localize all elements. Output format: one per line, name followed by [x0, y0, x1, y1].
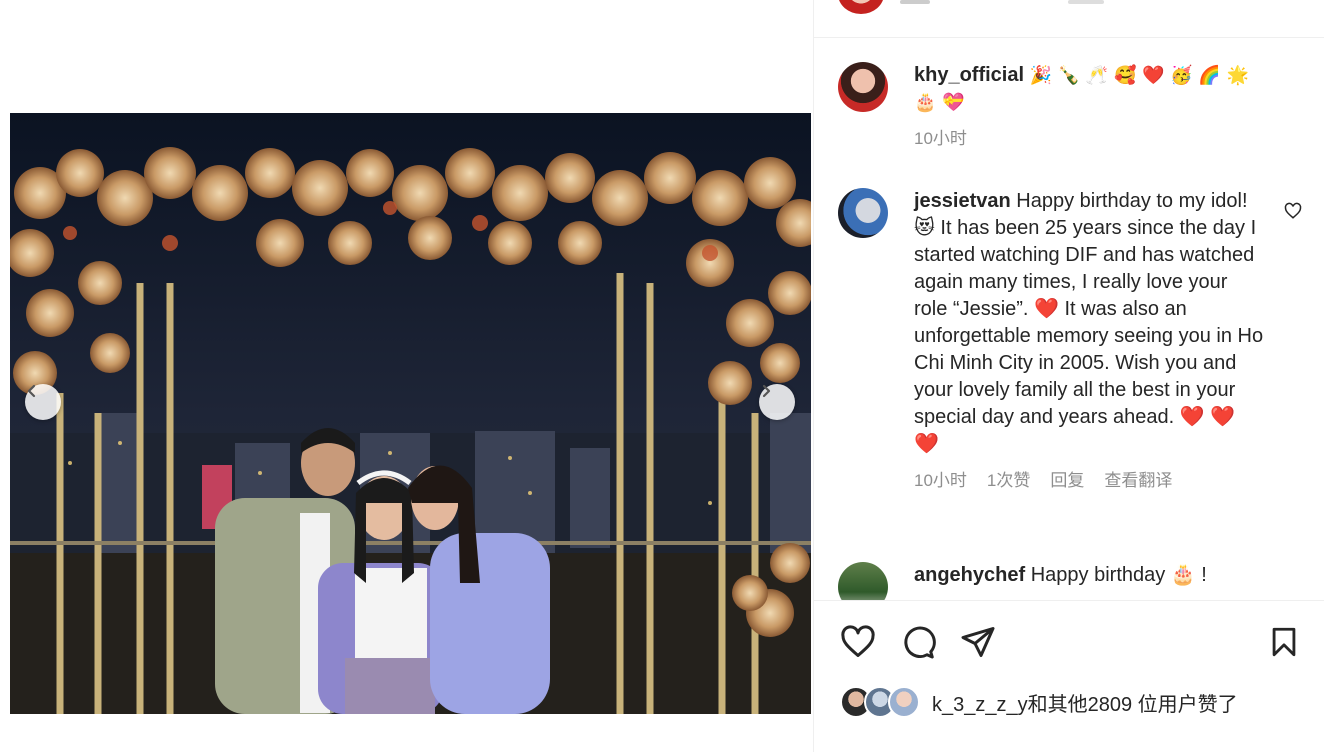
- comment-username[interactable]: jessietvan: [914, 190, 1011, 212]
- comment-text: angehychef Happy birthday 🎂 !: [914, 562, 1264, 589]
- like-comment-heart-icon[interactable]: [1284, 202, 1302, 220]
- comment-body: Happy birthday to my idol! 😻 It has been…: [914, 190, 1263, 455]
- chevron-right-icon: [759, 384, 773, 398]
- avatar[interactable]: [838, 562, 888, 600]
- comment-meta: 10小时 1次赞 回复 查看翻译: [914, 466, 1264, 491]
- post-photo: [10, 113, 811, 714]
- comment-time[interactable]: 10小时: [914, 124, 967, 149]
- comment-meta: 10小时: [914, 124, 1264, 149]
- bookmark-icon: [1267, 625, 1301, 659]
- chevron-left-icon: [25, 384, 39, 398]
- avatar[interactable]: [838, 0, 884, 14]
- comment-item: angehychef Happy birthday 🎂 !: [838, 562, 1278, 600]
- section-divider: [814, 37, 1324, 38]
- section-divider: [814, 600, 1324, 601]
- comment-like-count[interactable]: 1次赞: [987, 466, 1030, 491]
- avatar[interactable]: [838, 62, 888, 112]
- reply-button[interactable]: 回复: [1050, 466, 1084, 491]
- panel-divider: [813, 0, 814, 752]
- see-translation-button[interactable]: 查看翻译: [1104, 466, 1172, 491]
- comment-bubble-icon: [900, 624, 936, 660]
- comment-username[interactable]: angehychef: [914, 564, 1025, 586]
- likes-text[interactable]: k_3_z_z_y和其他2809 位用户赞了: [932, 688, 1238, 717]
- avatar[interactable]: [838, 188, 888, 238]
- comment-button[interactable]: [898, 622, 938, 662]
- paper-plane-icon: [960, 624, 996, 660]
- comment-text: khy_official 🎉 🍾 🥂 🥰 ❤️ 🥳 🌈 🌟 🎂 💝: [914, 62, 1264, 116]
- save-button[interactable]: [1264, 622, 1304, 662]
- heart-outline-icon: [840, 624, 876, 660]
- cut-off-text: [900, 0, 930, 4]
- like-button[interactable]: [838, 622, 878, 662]
- avatar: [888, 686, 920, 718]
- comment-username[interactable]: khy_official: [914, 64, 1024, 86]
- share-button[interactable]: [958, 622, 998, 662]
- likes-summary[interactable]: k_3_z_z_y和其他2809 位用户赞了: [840, 686, 1238, 718]
- post-actions: [838, 622, 1304, 662]
- cut-off-text: [1068, 0, 1104, 4]
- comment-text: jessietvan Happy birthday to my idol! 😻 …: [914, 188, 1264, 458]
- photo-illustration: [10, 113, 811, 714]
- comment-time[interactable]: 10小时: [914, 466, 967, 491]
- previous-photo-button[interactable]: [25, 384, 61, 420]
- comment-body: Happy birthday 🎂 !: [1031, 564, 1207, 586]
- next-photo-button[interactable]: [759, 384, 795, 420]
